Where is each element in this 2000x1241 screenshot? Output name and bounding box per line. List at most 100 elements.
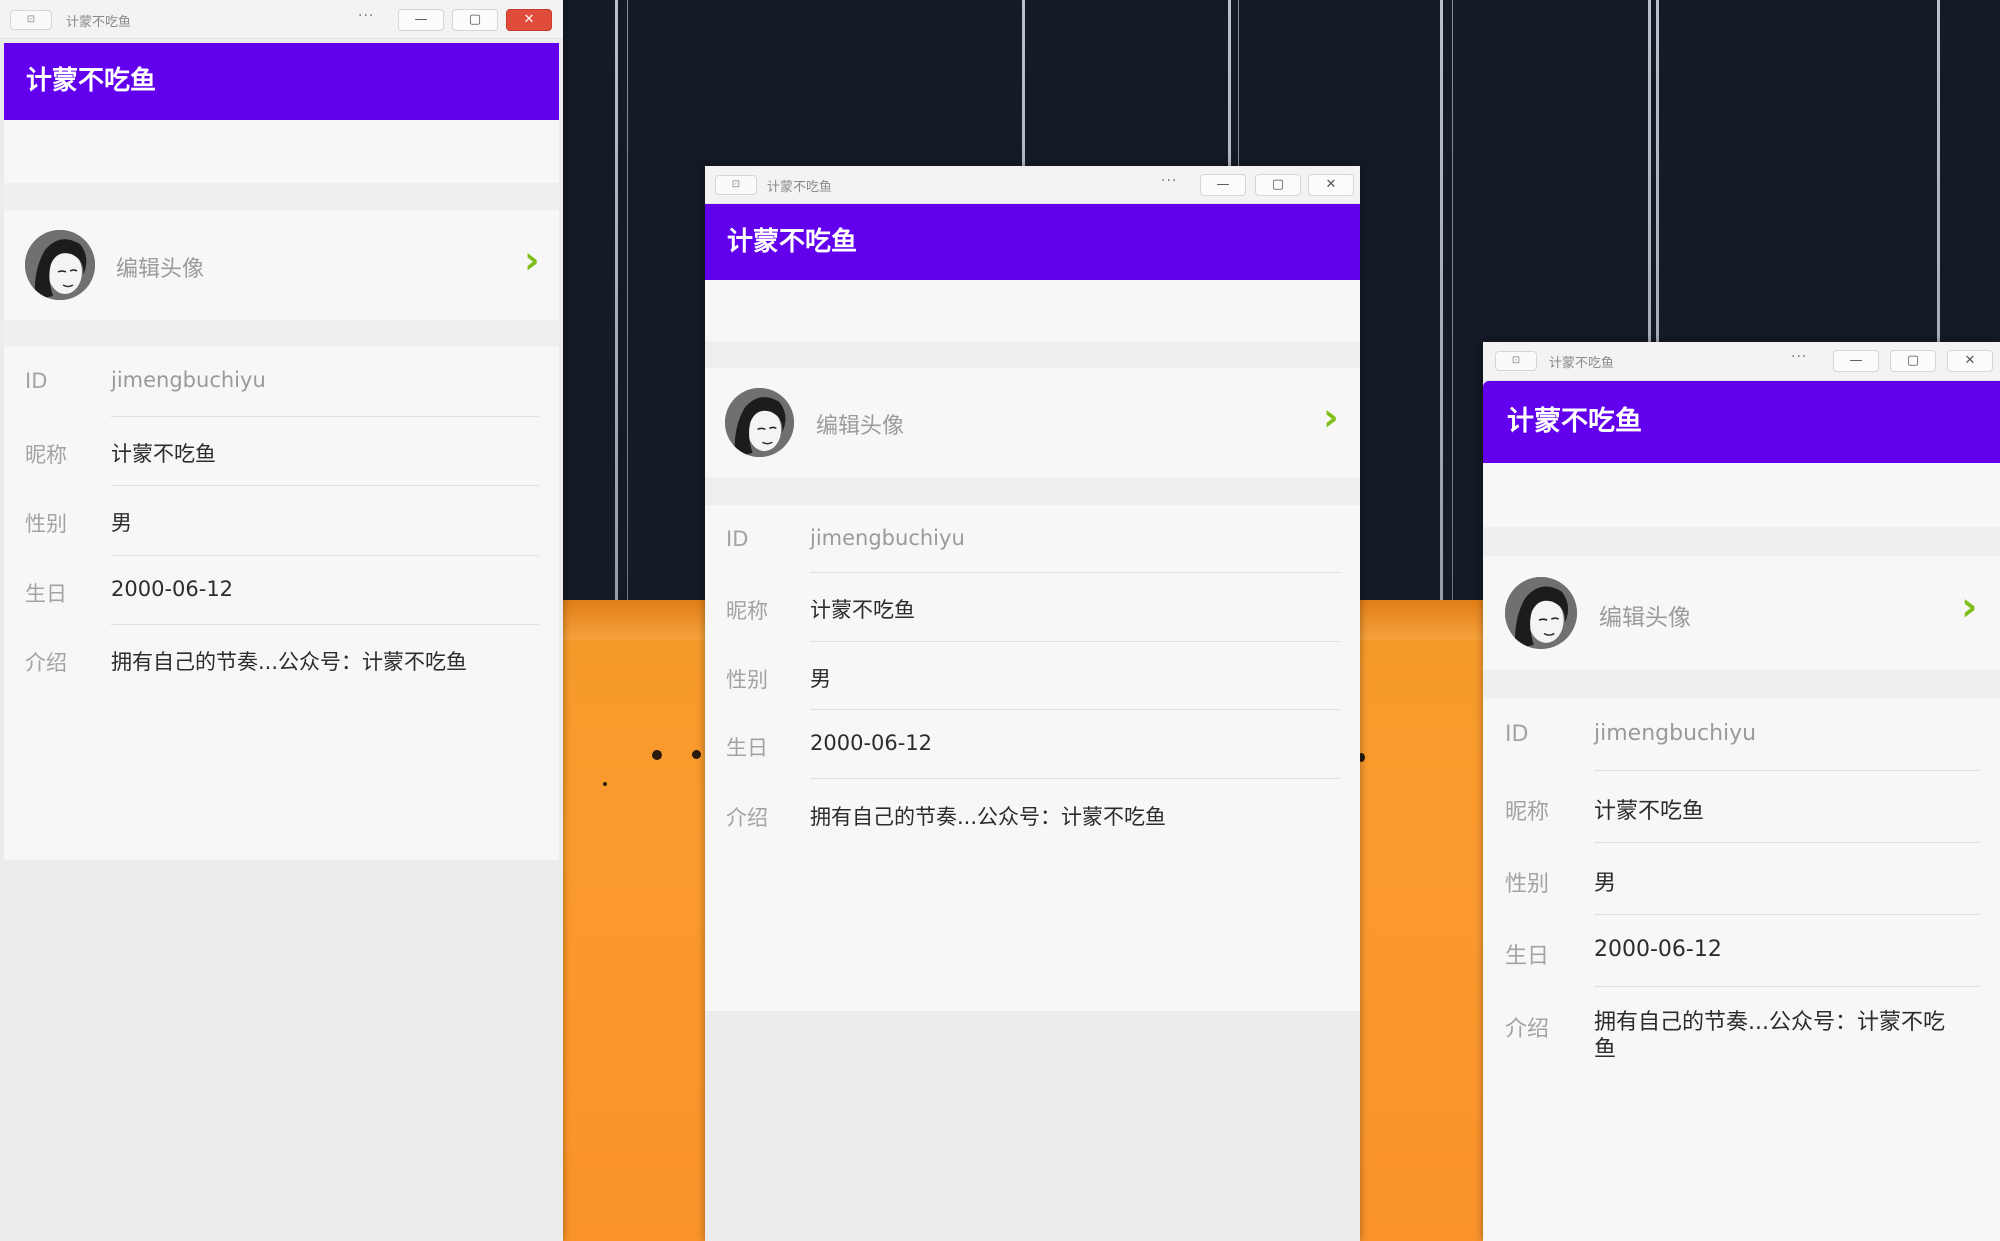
app-window-2: ⊡ 计蒙不吃鱼 ··· — ▢ ✕ 计蒙不吃鱼 编辑头像 › ID jimeng… [705, 166, 1360, 1241]
app-bar: 计蒙不吃鱼 [705, 204, 1360, 280]
close-button[interactable]: ✕ [506, 9, 552, 31]
pin-window-icon[interactable]: ⊡ [715, 175, 757, 195]
window-title: 计蒙不吃鱼 [66, 15, 132, 30]
wallpaper-line [615, 0, 618, 600]
avatar [25, 230, 95, 300]
page-content: 编辑头像 › ID jimengbuchiyu 昵称 计蒙不吃鱼 性别 男 生日… [1483, 463, 2000, 1241]
edit-avatar-row[interactable]: 编辑头像 › [4, 210, 559, 320]
close-button[interactable]: ✕ [1308, 174, 1354, 196]
field-row-nickname[interactable]: 昵称 计蒙不吃鱼 [1483, 771, 2000, 843]
maximize-button[interactable]: ▢ [452, 9, 498, 31]
profile-fields: ID jimengbuchiyu 昵称 计蒙不吃鱼 性别 男 生日 2000-0… [1483, 699, 2000, 1241]
app-bar-title: 计蒙不吃鱼 [26, 66, 157, 96]
wallpaper-line [1440, 0, 1443, 600]
field-row-birthday[interactable]: 生日 2000-06-12 [1483, 915, 2000, 987]
page-content: 编辑头像 › ID jimengbuchiyu 昵称 计蒙不吃鱼 性别 男 生日… [705, 280, 1360, 1241]
field-label: 性别 [25, 512, 67, 536]
top-spacer [705, 280, 1360, 341]
field-value: 男 [810, 667, 831, 691]
field-row-nickname[interactable]: 昵称 计蒙不吃鱼 [4, 417, 559, 486]
more-options-icon[interactable]: ··· [1161, 173, 1177, 189]
profile-fields: ID jimengbuchiyu 昵称 计蒙不吃鱼 性别 男 生日 2000-0… [4, 347, 559, 860]
profile-fields: ID jimengbuchiyu 昵称 计蒙不吃鱼 性别 男 生日 2000-0… [705, 505, 1360, 1011]
field-value: 拥有自己的节奏...公众号：计蒙不吃鱼 [1594, 1010, 1945, 1062]
field-label: 性别 [1505, 872, 1550, 897]
maximize-button[interactable]: ▢ [1255, 174, 1301, 196]
top-spacer [1483, 463, 2000, 527]
edit-avatar-row[interactable]: 编辑头像 › [1483, 556, 2000, 670]
avatar [725, 388, 794, 457]
chevron-right-icon: › [524, 238, 540, 282]
edit-avatar-label: 编辑头像 [1599, 605, 1691, 631]
avatar [1505, 577, 1577, 649]
app-bar-title: 计蒙不吃鱼 [1507, 406, 1642, 437]
top-spacer [4, 120, 559, 183]
wallpaper-hole [603, 782, 607, 786]
more-options-icon[interactable]: ··· [358, 8, 374, 24]
minimize-button[interactable]: — [1833, 350, 1879, 372]
field-row-id[interactable]: ID jimengbuchiyu [1483, 699, 2000, 771]
field-label: 昵称 [726, 599, 768, 623]
field-value: jimengbuchiyu [111, 368, 266, 392]
field-label: 介绍 [25, 651, 67, 675]
field-value: jimengbuchiyu [1594, 721, 1757, 746]
field-value: 计蒙不吃鱼 [1594, 799, 1705, 824]
pin-window-icon[interactable]: ⊡ [1495, 351, 1537, 371]
avatar-portrait-icon [25, 230, 95, 300]
empty-area [705, 1011, 1360, 1241]
field-label: ID [1505, 722, 1529, 747]
field-row-id[interactable]: ID jimengbuchiyu [705, 505, 1360, 573]
wallpaper-hole [692, 750, 701, 759]
app-window-1: ⊡ 计蒙不吃鱼 ··· — ▢ ✕ 计蒙不吃鱼 编辑头像 › ID jimeng… [0, 0, 563, 1241]
field-value: 计蒙不吃鱼 [810, 598, 915, 622]
field-row-nickname[interactable]: 昵称 计蒙不吃鱼 [705, 573, 1360, 642]
edit-avatar-label: 编辑头像 [116, 257, 205, 282]
minimize-button[interactable]: — [1200, 174, 1246, 196]
avatar-portrait-icon [1505, 577, 1577, 649]
pin-window-icon[interactable]: ⊡ [10, 10, 52, 30]
more-options-icon[interactable]: ··· [1791, 349, 1807, 365]
field-row-gender[interactable]: 性别 男 [4, 486, 559, 556]
field-value: 男 [1594, 871, 1617, 896]
window-title: 计蒙不吃鱼 [767, 180, 833, 195]
window-titlebar[interactable]: ⊡ 计蒙不吃鱼 ··· — ▢ ✕ [1483, 342, 2000, 381]
window-titlebar[interactable]: ⊡ 计蒙不吃鱼 ··· — ▢ ✕ [705, 166, 1360, 204]
window-titlebar[interactable]: ⊡ 计蒙不吃鱼 ··· — ▢ ✕ [0, 0, 563, 39]
field-label: 生日 [726, 736, 768, 760]
app-bar-title: 计蒙不吃鱼 [727, 227, 858, 257]
section-gap [705, 477, 1360, 505]
avatar-portrait-icon [725, 388, 794, 457]
field-row-birthday[interactable]: 生日 2000-06-12 [4, 556, 559, 625]
app-window-3: ⊡ 计蒙不吃鱼 ··· — ▢ ✕ 计蒙不吃鱼 编辑头像 › ID jimeng… [1483, 342, 2000, 1241]
minimize-button[interactable]: — [398, 9, 444, 31]
field-label: ID [25, 369, 48, 393]
maximize-button[interactable]: ▢ [1890, 350, 1936, 372]
field-value: 2000-06-12 [111, 577, 234, 601]
page-content: 编辑头像 › ID jimengbuchiyu 昵称 计蒙不吃鱼 性别 男 生日… [4, 120, 559, 1241]
field-row-birthday[interactable]: 生日 2000-06-12 [705, 710, 1360, 779]
edit-avatar-row[interactable]: 编辑头像 › [705, 368, 1360, 477]
section-gap [4, 320, 559, 347]
field-label: 昵称 [25, 443, 67, 467]
field-value: 计蒙不吃鱼 [111, 442, 216, 466]
window-title: 计蒙不吃鱼 [1549, 356, 1615, 371]
field-label: 生日 [1505, 944, 1550, 969]
field-row-intro[interactable]: 介绍 拥有自己的节奏...公众号：计蒙不吃鱼 [705, 779, 1360, 859]
field-row-id[interactable]: ID jimengbuchiyu [4, 347, 559, 417]
field-label: 性别 [726, 668, 768, 692]
chevron-right-icon: › [1323, 395, 1339, 439]
edit-avatar-label: 编辑头像 [816, 414, 905, 439]
wallpaper-hole [652, 750, 662, 760]
field-label: ID [726, 527, 749, 551]
section-gap [4, 183, 559, 210]
wallpaper-line [1452, 0, 1453, 600]
desktop: ⊡ 计蒙不吃鱼 ··· — ▢ ✕ 计蒙不吃鱼 编辑头像 › ID jimeng… [0, 0, 2000, 1241]
close-button[interactable]: ✕ [1947, 350, 1993, 372]
field-row-gender[interactable]: 性别 男 [1483, 843, 2000, 915]
field-row-intro[interactable]: 介绍 拥有自己的节奏...公众号：计蒙不吃鱼 [1483, 987, 2000, 1097]
field-row-gender[interactable]: 性别 男 [705, 642, 1360, 710]
field-value: jimengbuchiyu [810, 526, 965, 550]
section-gap [705, 341, 1360, 368]
field-row-intro[interactable]: 介绍 拥有自己的节奏...公众号：计蒙不吃鱼 [4, 625, 559, 705]
section-gap [1483, 527, 2000, 556]
